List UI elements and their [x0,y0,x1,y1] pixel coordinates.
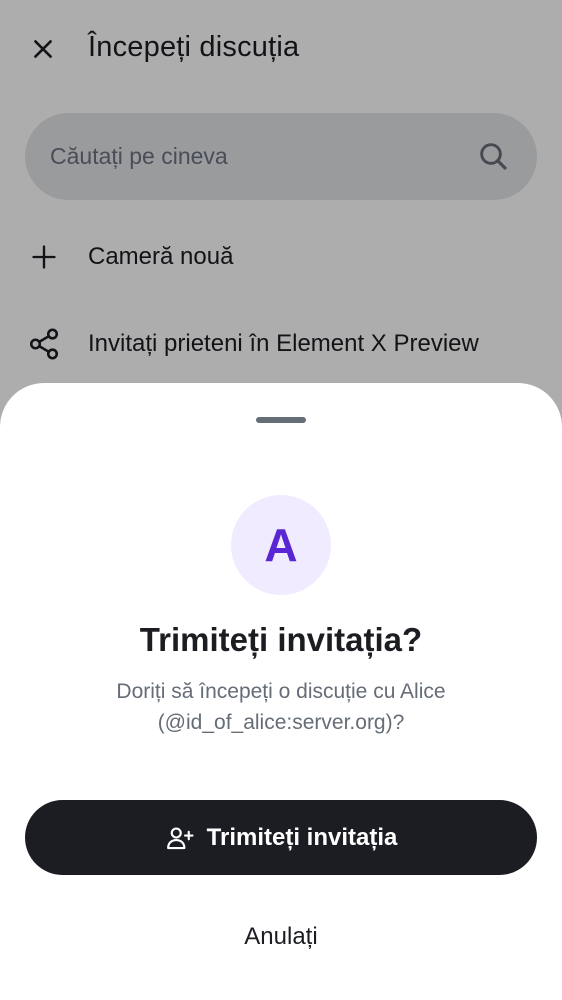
bottom-sheet: A Trimiteți invitația? Doriți să începeț… [0,383,562,1000]
send-invite-button[interactable]: Trimiteți invitația [25,800,537,875]
add-user-icon [165,823,195,853]
avatar-initial: A [264,519,298,571]
dialog-description: Doriți să începeți o discuție cu Alice (… [116,680,446,734]
dialog-title: Trimiteți invitația? [139,621,423,658]
send-invite-label: Trimiteți invitația [206,823,398,851]
cancel-label: Anulați [244,923,318,950]
avatar: A [231,495,331,595]
drag-handle[interactable] [256,417,306,423]
cancel-button[interactable]: Anulați [181,905,381,969]
